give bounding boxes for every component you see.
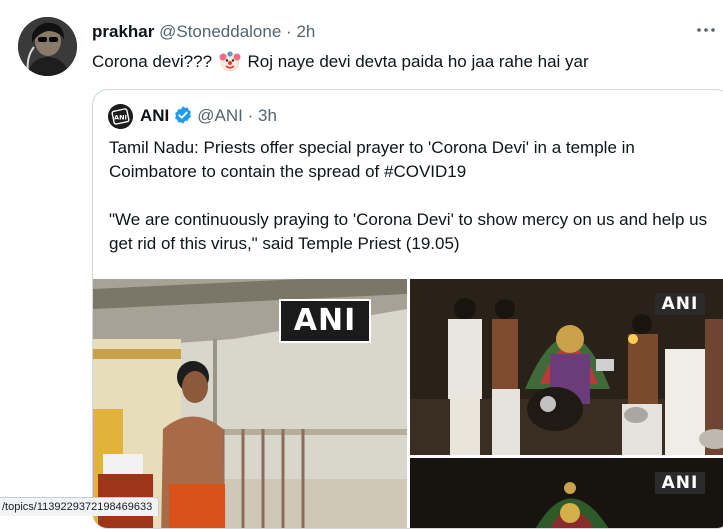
quoted-author-name[interactable]: ANI bbox=[140, 106, 169, 125]
verified-badge-icon bbox=[173, 105, 193, 125]
svg-text:ANI: ANI bbox=[114, 114, 127, 122]
status-bar-url: /topics/1139229372198469633 bbox=[0, 497, 160, 516]
tweet-text: Corona devi??? Roj naye devi devta paida… bbox=[92, 50, 589, 74]
media-image-2[interactable]: ANI bbox=[410, 279, 723, 455]
quoted-tweet[interactable]: ANI ANI @ANI · 3h Tamil Nadu: Priests off… bbox=[92, 89, 723, 529]
quoted-tweet-text: Tamil Nadu: Priests offer special prayer… bbox=[109, 136, 719, 256]
media-grid: ANI ANI ANI bbox=[93, 279, 723, 528]
media-image-3[interactable]: ANI bbox=[410, 458, 723, 528]
tweet-timestamp[interactable]: 2h bbox=[296, 22, 315, 41]
ani-watermark: ANI bbox=[655, 293, 705, 315]
separator-dot: · bbox=[286, 22, 292, 41]
avatar-image bbox=[18, 17, 77, 76]
ani-logo-icon: ANI bbox=[108, 104, 133, 129]
quoted-author-avatar[interactable]: ANI bbox=[108, 104, 133, 129]
quoted-tweet-timestamp[interactable]: 3h bbox=[258, 106, 277, 125]
media-image-1[interactable]: ANI bbox=[93, 279, 407, 528]
tweet-text-part1: Corona devi??? bbox=[92, 52, 213, 71]
quoted-paragraph-2: "We are continuously praying to 'Corona … bbox=[109, 210, 708, 253]
quoted-tweet-header: ANI @ANI · 3h bbox=[140, 105, 277, 127]
author-avatar[interactable] bbox=[18, 17, 77, 76]
author-handle[interactable]: @Stoneddalone bbox=[159, 22, 281, 41]
author-name[interactable]: prakhar bbox=[92, 22, 154, 41]
separator-dot: · bbox=[247, 106, 254, 125]
more-horizontal-icon[interactable] bbox=[692, 19, 720, 45]
tweet-text-part2: Roj naye devi devta paida ho jaa rahe ha… bbox=[247, 52, 589, 71]
quoted-paragraph-1: Tamil Nadu: Priests offer special prayer… bbox=[109, 138, 635, 181]
quoted-author-handle[interactable]: @ANI bbox=[197, 106, 243, 125]
ani-watermark: ANI bbox=[655, 472, 705, 494]
clown-face-icon bbox=[219, 50, 241, 72]
tweet-header: prakhar @Stoneddalone · 2h bbox=[92, 21, 315, 43]
ani-watermark: ANI bbox=[279, 299, 371, 343]
